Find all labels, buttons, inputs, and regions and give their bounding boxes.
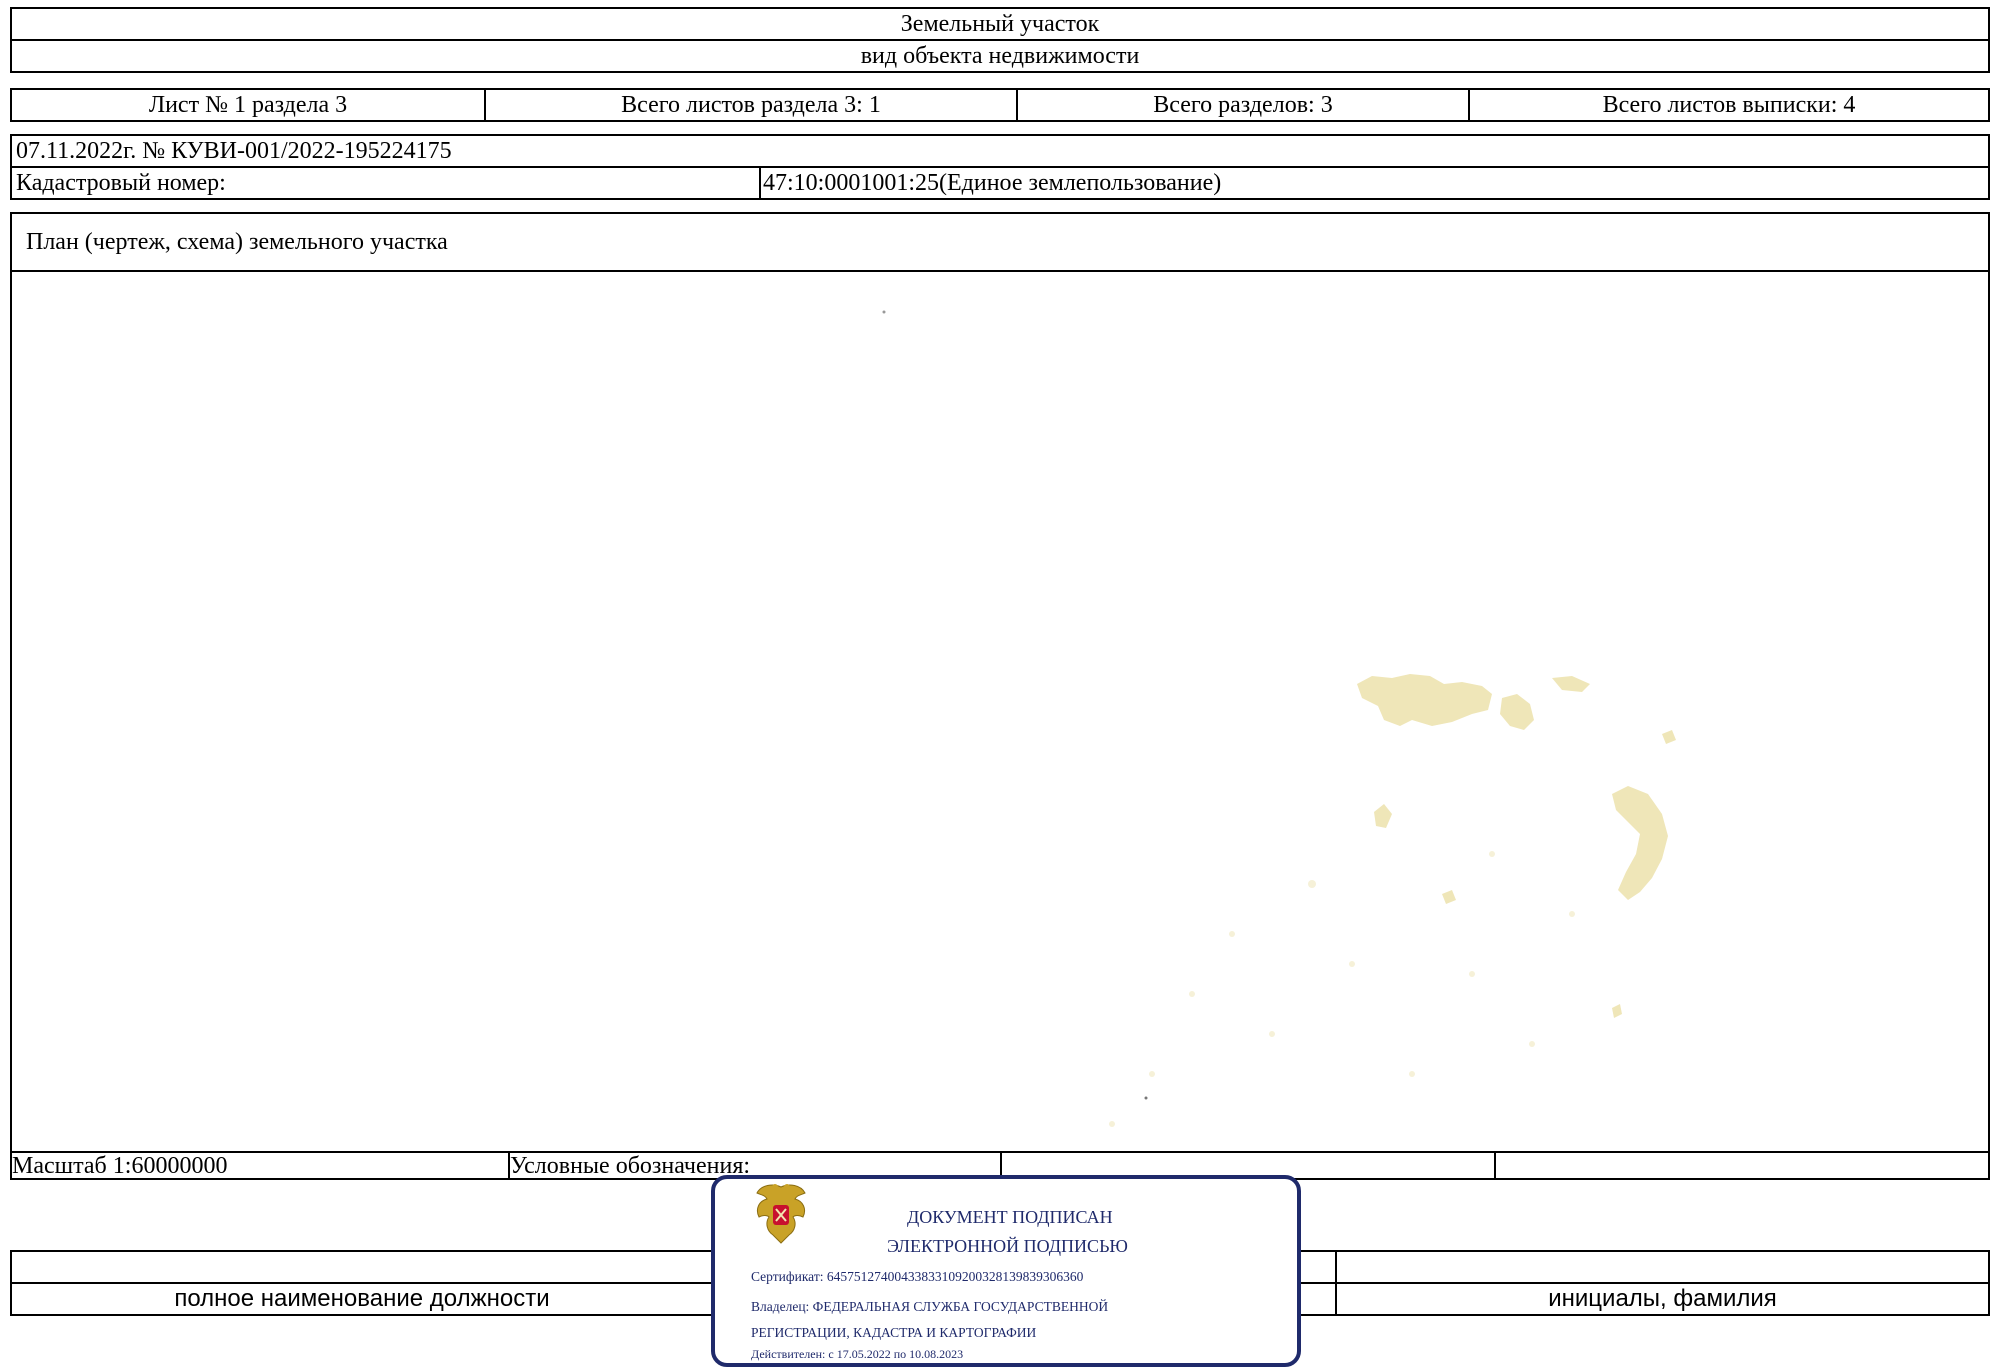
land-parcel-shape [1612,786,1668,900]
stamp-title-line1: ДОКУМЕНТ ПОДПИСАН [907,1207,1113,1227]
scale-cell: Масштаб 1:60000000 [12,1153,508,1178]
plan-title-row: План (чертеж, схема) земельного участка [12,214,1988,272]
cadastral-number: 47:10:0001001:25(Единое землепользование… [763,170,1222,196]
divider [1335,1252,1337,1282]
land-parcel-shape [1662,730,1676,744]
divider [1494,1153,1496,1178]
object-name: Земельный участок [900,11,1100,37]
section-sheets: Всего листов раздела 3: 1 [621,92,881,118]
land-parcel-shape [1442,890,1456,904]
object-kind-caption: вид объекта недвижимости [860,43,1140,69]
land-parcel-shape [1612,1004,1622,1018]
cadastral-row: Кадастровый номер: 47:10:0001001:25(Един… [10,166,1990,200]
position-caption: полное наименование должности [174,1285,550,1312]
land-parcel-shape [1357,674,1492,726]
section-sheets-cell: Всего листов раздела 3: 1 [486,90,1016,120]
coat-of-arms-icon [756,1184,806,1244]
cadastral-value-cell: 47:10:0001001:25(Единое землепользование… [763,168,1988,198]
position-caption-cell: полное наименование должности [12,1284,712,1314]
legend-label: Условные обозначения: [510,1152,751,1179]
stamp-owner-line2: РЕГИСТРАЦИИ, КАДАСТРА И КАРТОГРАФИИ [751,1325,1037,1340]
sheet-number-cell: Лист № 1 раздела 3 [12,90,484,120]
plan-map [882,310,1676,1127]
scale-label: Масштаб 1:60000000 [12,1152,228,1179]
sections-total: Всего разделов: 3 [1153,92,1333,118]
land-parcel-shape [1552,676,1590,692]
electronic-signature-stamp: ДОКУМЕНТ ПОДПИСАН ЭЛЕКТРОННОЙ ПОДПИСЬЮ С… [711,1175,1301,1367]
document-date-number: 07.11.2022г. № КУВИ-001/2022-195224175 [16,138,452,164]
cadastral-label: Кадастровый номер: [16,170,226,196]
name-caption-cell: инициалы, фамилия [1337,1284,1988,1314]
name-caption: инициалы, фамилия [1548,1285,1777,1312]
cadastral-label-cell: Кадастровый номер: [16,168,766,198]
stamp-validity: Действителен: с 17.05.2022 по 10.08.2023 [751,1347,964,1361]
object-name-row: Земельный участок [10,7,1990,41]
plan-section: План (чертеж, схема) земельного участка [10,212,1990,1180]
divider [759,168,761,198]
object-kind-row: вид объекта недвижимости [10,39,1990,73]
stamp-certificate: Сертификат: 6457512740043383310920032813… [751,1269,1084,1284]
stamp-owner-line1: Владелец: ФЕДЕРАЛЬНАЯ СЛУЖБА ГОСУДАРСТВЕ… [751,1299,1109,1314]
land-parcel-shape [1500,694,1534,730]
plan-title: План (чертеж, схема) земельного участка [26,229,448,255]
extract-sheets-cell: Всего листов выписки: 4 [1470,90,1988,120]
extract-sheets: Всего листов выписки: 4 [1602,92,1856,118]
sheet-info-row: Лист № 1 раздела 3 Всего листов раздела … [10,88,1990,122]
document-number-row: 07.11.2022г. № КУВИ-001/2022-195224175 [10,134,1990,168]
sections-total-cell: Всего разделов: 3 [1018,90,1468,120]
land-parcel-shape [1374,804,1392,828]
sheet-number: Лист № 1 раздела 3 [148,92,348,118]
stamp-title-line2: ЭЛЕКТРОННОЙ ПОДПИСЬЮ [887,1236,1128,1256]
